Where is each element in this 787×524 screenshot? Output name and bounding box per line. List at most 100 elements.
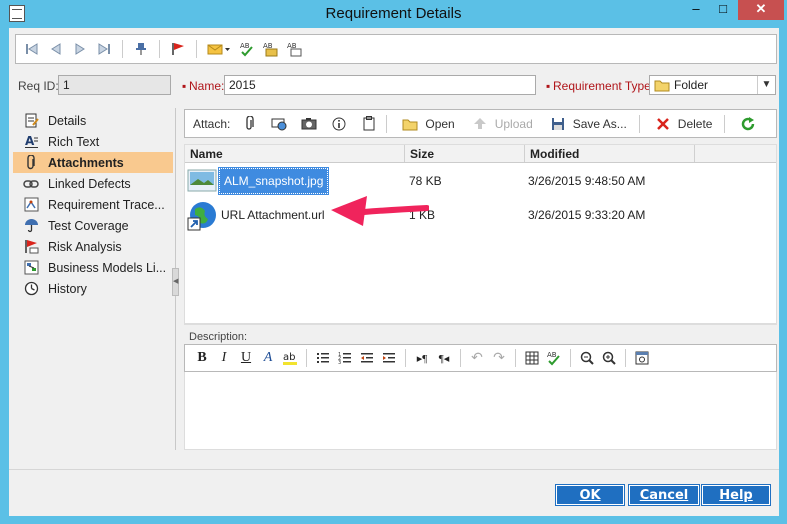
- system-info-icon[interactable]: [331, 116, 347, 132]
- table-row[interactable]: ALM_snapshot.jpg 78 KB 3/26/2015 9:48:50…: [185, 164, 776, 198]
- sidebar-item-risk[interactable]: Risk Analysis: [13, 236, 173, 257]
- business-model-icon: [23, 260, 39, 276]
- chevron-down-icon[interactable]: ▼: [757, 76, 775, 94]
- required-marker: ▪: [182, 79, 187, 93]
- rtl-paragraph-icon[interactable]: ¶◂: [436, 349, 452, 367]
- flag-icon[interactable]: [169, 40, 187, 58]
- refresh-icon[interactable]: [740, 116, 756, 132]
- last-record-icon[interactable]: [95, 40, 113, 58]
- underline-button[interactable]: U: [238, 349, 254, 367]
- save-as-label: Save As...: [572, 116, 627, 131]
- highlight-icon[interactable]: ab: [282, 349, 298, 367]
- print-preview-icon[interactable]: [634, 349, 650, 367]
- first-record-icon[interactable]: [23, 40, 41, 58]
- ok-button[interactable]: OK: [555, 484, 625, 506]
- attach-label: Attach:: [193, 116, 231, 131]
- collapse-grip[interactable]: ◀: [172, 268, 179, 296]
- upload-button[interactable]: Upload: [465, 116, 533, 132]
- attachment-name[interactable]: URL Attachment.url: [221, 208, 325, 222]
- italic-button[interactable]: I: [216, 349, 232, 367]
- upload-label: Upload: [494, 116, 533, 131]
- dialog-body: AB AB AB Req ID: 1 ▪ Name: 2015 ▪ Requir…: [9, 28, 779, 516]
- requirement-type-label: Requirement Type:: [553, 79, 655, 93]
- toolbar-separator: [638, 114, 640, 133]
- previous-record-icon[interactable]: [47, 40, 65, 58]
- minimize-button[interactable]: –: [683, 0, 709, 20]
- pin-icon[interactable]: [132, 40, 150, 58]
- clipboard-icon[interactable]: [361, 116, 377, 132]
- bold-button[interactable]: B: [194, 349, 210, 367]
- maximize-button[interactable]: □: [710, 0, 736, 20]
- sidebar-item-link[interactable]: Linked Defects: [13, 173, 173, 194]
- increase-indent-icon[interactable]: [381, 349, 397, 367]
- thesaurus-icon[interactable]: AB: [286, 40, 304, 58]
- snapshot-camera-icon[interactable]: [301, 116, 317, 132]
- sidebar-item-trace[interactable]: Requirement Trace...: [13, 194, 173, 215]
- close-button[interactable]: ✕: [738, 0, 784, 20]
- open-label: Open: [425, 116, 455, 131]
- attachments-toolbar: Attach: Open Upload Save As... Delete: [184, 109, 777, 138]
- name-field[interactable]: 2015: [224, 75, 536, 95]
- sidebar-item-rich-text[interactable]: A Rich Text: [13, 131, 173, 152]
- annotation-arrow-icon: [329, 190, 430, 233]
- bullet-list-icon[interactable]: [315, 349, 331, 367]
- open-folder-icon: [402, 116, 418, 132]
- attach-file-icon[interactable]: [241, 116, 257, 132]
- toolbar-separator: [460, 349, 461, 367]
- email-icon[interactable]: [206, 40, 232, 58]
- font-color-button[interactable]: A: [260, 349, 276, 367]
- spell-check-icon[interactable]: AB: [238, 40, 256, 58]
- toolbar-separator: [515, 349, 516, 367]
- attachment-name[interactable]: ALM_snapshot.jpg: [217, 167, 330, 195]
- name-label: Name:: [189, 79, 225, 93]
- req-id-field: 1: [58, 75, 171, 95]
- sidebar-item-business-model[interactable]: Business Models Li...: [13, 257, 173, 278]
- requirement-type-value: Folder: [674, 78, 709, 92]
- sidebar-item-label: History: [48, 281, 87, 296]
- toolbar-separator: [724, 114, 726, 133]
- spelling-options-icon[interactable]: AB: [262, 40, 280, 58]
- zoom-in-icon[interactable]: [601, 349, 617, 367]
- ltr-paragraph-icon[interactable]: ▸¶: [414, 349, 430, 367]
- divider: [9, 469, 779, 470]
- zoom-out-icon[interactable]: [579, 349, 595, 367]
- svg-text:AB: AB: [240, 42, 250, 50]
- upload-arrow-icon: [472, 116, 488, 132]
- help-button[interactable]: Help: [701, 484, 771, 506]
- redo-icon[interactable]: ↷: [491, 349, 507, 367]
- sidebar-item-paperclip[interactable]: Attachments: [13, 152, 173, 173]
- sidebar-item-history[interactable]: History: [13, 278, 173, 299]
- column-header-name[interactable]: Name: [185, 145, 405, 162]
- column-header-modified[interactable]: Modified: [525, 145, 695, 162]
- save-as-button[interactable]: Save As...: [543, 116, 627, 132]
- attachment-size: 78 KB: [409, 174, 442, 188]
- description-editor[interactable]: [184, 372, 777, 450]
- attach-url-icon[interactable]: [271, 116, 287, 132]
- numbered-list-icon[interactable]: 123: [337, 349, 353, 367]
- sidebar-item-label: Requirement Trace...: [48, 197, 165, 212]
- undo-icon[interactable]: ↶: [469, 349, 485, 367]
- attachments-table: Name Size Modified ALM_snapshot.jpg 78 K…: [184, 144, 777, 324]
- cancel-button[interactable]: Cancel: [628, 484, 700, 506]
- decrease-indent-icon[interactable]: [359, 349, 375, 367]
- floppy-disk-icon: [550, 116, 566, 132]
- toolbar-separator: [405, 349, 406, 367]
- folder-icon: [654, 79, 670, 95]
- delete-label: Delete: [677, 116, 713, 131]
- table-icon[interactable]: [524, 349, 540, 367]
- column-header-size[interactable]: Size: [405, 145, 525, 162]
- svg-text:ab: ab: [283, 352, 295, 363]
- umbrella-icon: [23, 218, 39, 234]
- spell-check-icon[interactable]: AB: [546, 349, 562, 367]
- requirement-type-select[interactable]: Folder ▼: [649, 75, 776, 95]
- delete-button[interactable]: Delete: [648, 116, 713, 132]
- sidebar-item-umbrella[interactable]: Test Coverage: [13, 215, 173, 236]
- title-bar: Requirement Details – □ ✕: [0, 0, 787, 28]
- delete-x-icon: [655, 116, 671, 132]
- sidebar-item-details[interactable]: Details: [13, 110, 173, 131]
- table-row[interactable]: URL Attachment.url 1 KB 3/26/2015 9:33:2…: [185, 198, 776, 232]
- sidebar-nav: Details A Rich Text Attachments Linked Defec…: [13, 110, 173, 299]
- table-header: Name Size Modified: [185, 145, 776, 163]
- next-record-icon[interactable]: [71, 40, 89, 58]
- open-button[interactable]: Open: [395, 116, 455, 132]
